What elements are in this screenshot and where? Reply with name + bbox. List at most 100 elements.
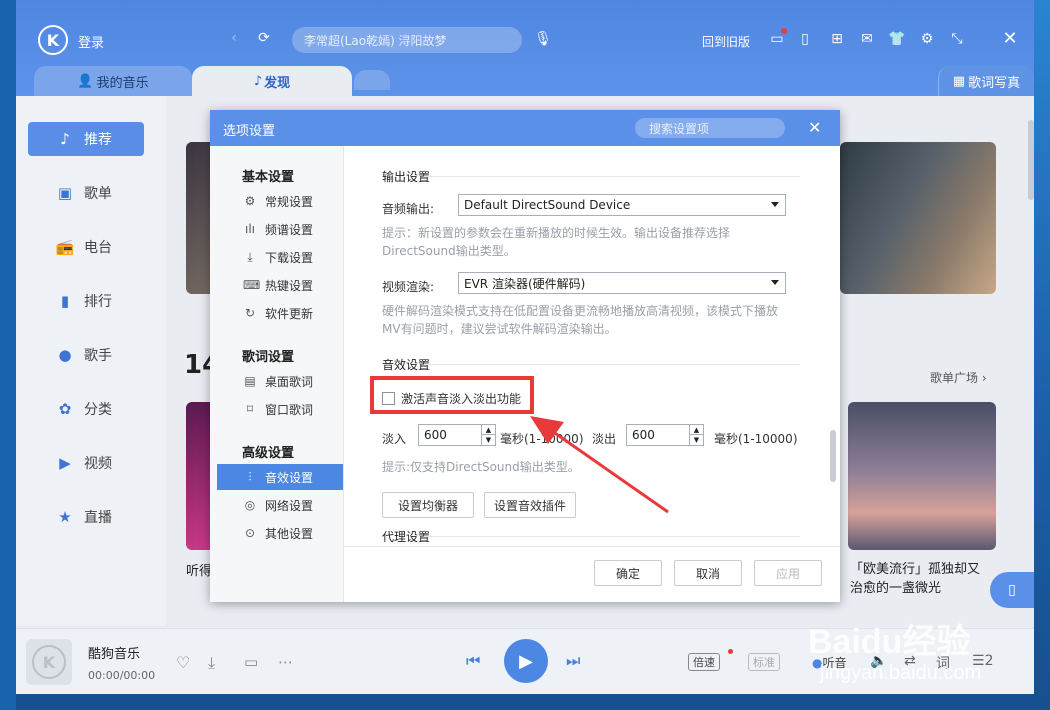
microphone-icon[interactable]: 🎙: [534, 30, 552, 48]
arrow-shaft: [541, 422, 669, 514]
kugou-logo[interactable]: K: [38, 25, 68, 55]
mail-icon[interactable]: ✉: [858, 30, 876, 48]
login-link[interactable]: 登录: [78, 32, 104, 51]
old-version-link[interactable]: 回到旧版: [702, 33, 750, 50]
content-scrollbar[interactable]: [1028, 120, 1034, 200]
download-icon[interactable]: ⤓: [208, 653, 215, 673]
fade-in-label: 淡入: [382, 432, 407, 446]
nav-item-general[interactable]: ⚙ 常规设置: [217, 188, 343, 214]
previous-icon[interactable]: ⏮: [466, 651, 480, 671]
photo-icon: ▦: [952, 73, 966, 89]
back-icon[interactable]: ‹: [226, 30, 242, 46]
stepper-down-icon[interactable]: ▼: [481, 435, 495, 445]
ok-button[interactable]: 确定: [594, 560, 662, 586]
nav-item-sound-effect[interactable]: ⫶ 音效设置: [217, 464, 343, 490]
sidebar-item-label: 歌手: [84, 348, 112, 364]
gear-icon: ⚙: [244, 194, 256, 208]
sidebar-item-radio[interactable]: 📻 电台: [28, 230, 144, 264]
refresh-icon[interactable]: ⟳: [256, 30, 272, 46]
sidebar: ♪ 推荐 ▣ 歌单 📻 电台 ▮ 排行 ● 歌手 ✿ 分类 ▶ 视频 ★ 直播: [16, 96, 166, 626]
divider: [424, 536, 800, 537]
gear-icon[interactable]: ⚙: [918, 30, 936, 48]
more-icon[interactable]: ⋯: [278, 653, 293, 671]
nav-item-download[interactable]: ⤓ 下载设置: [217, 244, 343, 270]
heart-icon[interactable]: ♡: [176, 653, 190, 672]
nav-item-spectrum[interactable]: ılı 频谱设置: [217, 216, 343, 242]
playlist-square-link[interactable]: 歌单广场 ›: [930, 369, 987, 386]
dialog-header: 选项设置 搜索设置项 ✕: [210, 110, 840, 146]
skin-icon[interactable]: 👕: [888, 30, 906, 48]
quality-button[interactable]: 标准: [748, 653, 780, 671]
song-title: 酷狗音乐: [88, 647, 141, 662]
tab-my-music[interactable]: 👤 我的音乐: [34, 66, 192, 96]
mobile-sync-button[interactable]: ▯: [990, 572, 1034, 608]
equalizer-button[interactable]: 设置均衡器: [382, 492, 474, 518]
stepper-up-icon[interactable]: ▲: [689, 425, 703, 435]
fade-out-unit: 毫秒(1-10000): [714, 432, 798, 446]
live-icon: ★: [58, 508, 72, 526]
sidebar-item-singer[interactable]: ● 歌手: [28, 338, 144, 372]
audio-output-select[interactable]: Default DirectSound Device: [458, 194, 786, 216]
tab-discover[interactable]: ♪ 发现: [192, 66, 352, 96]
stepper-down-icon[interactable]: ▼: [689, 435, 703, 445]
phone-icon[interactable]: ▯: [796, 30, 814, 48]
settings-scrollbar[interactable]: [830, 430, 836, 482]
nav-item-desktop-lyrics[interactable]: ▤ 桌面歌词: [217, 368, 343, 394]
close-icon[interactable]: ✕: [808, 118, 821, 137]
spectrum-icon: ılı: [244, 222, 255, 236]
nav-item-label: 热键设置: [265, 278, 314, 293]
video-render-label: 视频渲染:: [382, 280, 435, 294]
sidebar-item-live[interactable]: ★ 直播: [28, 500, 144, 534]
sidebar-item-chart[interactable]: ▮ 排行: [28, 284, 144, 318]
more-icon: ⊙: [244, 526, 256, 540]
nav-item-window-lyrics[interactable]: ⌑ 窗口歌词: [217, 396, 343, 422]
video-render-hint: 硬件解码渲染模式支持在低配置设备更流畅地播放高清视频，该模式下播放MV有问题时，…: [382, 304, 779, 336]
stepper-up-icon[interactable]: ▲: [481, 425, 495, 435]
tab-discover-label: 发现: [264, 75, 291, 91]
nav-item-other[interactable]: ⊙ 其他设置: [217, 520, 343, 546]
speed-button[interactable]: 倍速: [688, 653, 720, 671]
highlight-box: [370, 376, 534, 414]
banner-image-right[interactable]: [840, 142, 996, 294]
nav-group-advanced: 高级设置: [242, 446, 295, 461]
nav-item-label: 音效设置: [265, 470, 314, 485]
close-icon[interactable]: ✕: [1000, 28, 1020, 49]
fade-in-stepper[interactable]: 600 ▲ ▼: [418, 424, 496, 446]
settings-search-input[interactable]: 搜索设置项: [635, 118, 785, 138]
search-input[interactable]: 李常超(Lao乾嫣) 浔阳故梦: [292, 27, 522, 53]
minimize-icon[interactable]: ⤡: [948, 30, 966, 48]
nav-item-update[interactable]: ↻ 软件更新: [217, 300, 343, 326]
chevron-down-icon: [771, 202, 779, 207]
sidebar-item-label: 歌单: [84, 186, 112, 202]
album-art[interactable]: K: [26, 639, 72, 685]
playlist-icon: ▣: [57, 184, 73, 202]
comment-icon[interactable]: ▭: [244, 653, 258, 671]
nav-item-network[interactable]: ◎ 网络设置: [217, 492, 343, 518]
sidebar-item-playlist[interactable]: ▣ 歌单: [28, 176, 144, 210]
sidebar-item-label: 推荐: [84, 132, 112, 148]
options-dialog: 选项设置 搜索设置项 ✕ 基本设置 ⚙ 常规设置 ılı 频谱设置 ⤓ 下载设置 ⌨ 热…: [210, 110, 840, 602]
playlist-cover-right[interactable]: [848, 402, 996, 550]
tab-my-music-label: 我的音乐: [96, 75, 149, 91]
sidebar-item-category[interactable]: ✿ 分类: [28, 392, 144, 426]
tab-lyrics-photo-label: 歌词写真: [968, 75, 1021, 91]
equalizer-icon: ⫶: [248, 469, 252, 484]
sidebar-item-video[interactable]: ▶ 视频: [28, 446, 144, 480]
caption-line: 治愈的一盏微光: [850, 581, 942, 596]
nav-item-label: 下载设置: [265, 250, 314, 265]
video-render-value: EVR 渲染器(硬件解码): [464, 276, 586, 291]
update-icon: ↻: [244, 306, 256, 320]
tab-extra[interactable]: [354, 70, 390, 90]
nav-item-label: 频谱设置: [265, 222, 314, 237]
nav-item-label: 其他设置: [265, 526, 314, 541]
apps-icon[interactable]: ⊞: [828, 30, 846, 48]
apply-button[interactable]: 应用: [754, 560, 822, 586]
cancel-button[interactable]: 取消: [674, 560, 742, 586]
nav-item-hotkey[interactable]: ⌨ 热键设置: [217, 272, 343, 298]
sidebar-item-recommend[interactable]: ♪ 推荐: [28, 122, 144, 156]
nav-group-lyrics: 歌词设置: [242, 350, 295, 365]
play-button[interactable]: ▶: [504, 639, 548, 683]
tab-lyrics-photo[interactable]: ▦ 歌词写真: [938, 66, 1034, 96]
video-render-select[interactable]: EVR 渲染器(硬件解码): [458, 272, 786, 294]
next-icon[interactable]: ⏭: [566, 651, 580, 671]
